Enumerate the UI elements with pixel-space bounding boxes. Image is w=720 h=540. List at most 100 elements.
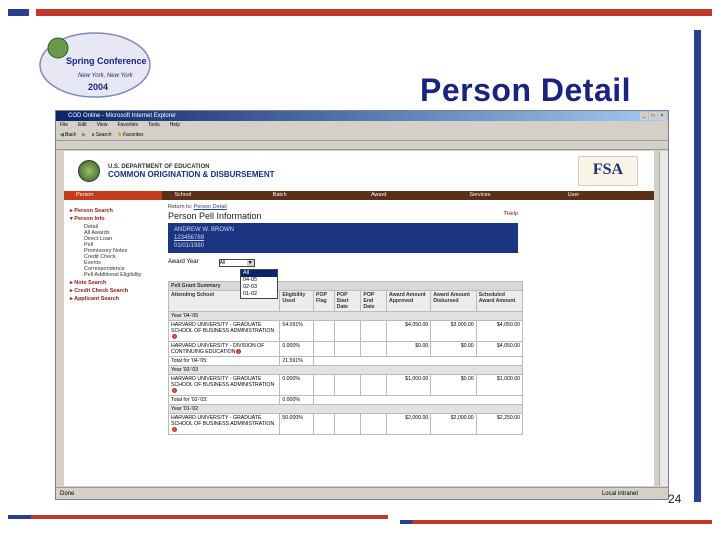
alert-icon[interactable]: !	[172, 334, 177, 339]
status-zone: Local intranet	[601, 491, 638, 497]
school-cell[interactable]: HARVARD UNIVERSITY - GRADUATE SCHOOL OF …	[167, 374, 281, 396]
col-scheduled: Scheduled Award Amount	[475, 290, 524, 312]
table-row: HARVARD UNIVERSITY - GRADUATE SCHOOL OF …	[167, 413, 524, 435]
bottom-decor-bar-2	[400, 520, 712, 524]
scheduled-cell: $1,000.00	[475, 374, 524, 396]
table-row: HARVARD UNIVERSITY - GRADUATE SCHOOL OF …	[167, 320, 524, 342]
menu-tools[interactable]: Tools	[148, 121, 160, 129]
award-year-option[interactable]: 04-05	[241, 277, 277, 284]
address-bar[interactable]	[56, 141, 668, 150]
start-cell	[333, 341, 362, 357]
search-icon: ⌕	[91, 131, 95, 138]
award-year-label: Award Year	[168, 259, 199, 265]
help-link[interactable]: ?Help	[503, 211, 518, 221]
star-icon: ★	[117, 131, 122, 138]
menu-view[interactable]: View	[97, 121, 108, 129]
year-header: Year '01-'02	[168, 404, 523, 414]
scheduled-cell: $2,250.00	[475, 413, 524, 435]
logo-line3: 2004	[88, 82, 108, 92]
col-pop-start: POP Start Date	[333, 290, 362, 312]
school-cell[interactable]: HARVARD UNIVERSITY - GRADUATE SCHOOL OF …	[167, 320, 281, 342]
school-cell[interactable]: HARVARD UNIVERSITY - GRADUATE SCHOOL OF …	[167, 413, 281, 435]
school-cell[interactable]: HARVARD UNIVERSITY - DIVISION OF CONTINU…	[167, 341, 281, 357]
department-name: U.S. DEPARTMENT OF EDUCATION COMMON ORIG…	[108, 164, 275, 179]
year-header: Year '02-'03	[168, 365, 523, 375]
close-button[interactable]: ×	[658, 112, 666, 120]
total-label: Total for '02-'03:	[167, 395, 281, 405]
award-year-option[interactable]: 01-02	[241, 291, 277, 298]
page-number: 24	[668, 492, 682, 506]
site-header: U.S. DEPARTMENT OF EDUCATION COMMON ORIG…	[64, 151, 654, 191]
nav-services[interactable]: Services	[457, 191, 555, 200]
person-info-box: ANDREW W. BROWN 123456789 01/01/1980	[168, 223, 518, 253]
flag-cell	[313, 320, 335, 342]
page-heading-row: Person Pell Information ?Help	[168, 211, 518, 221]
nav-batch[interactable]: Batch	[261, 191, 359, 200]
minimize-button[interactable]: _	[640, 112, 648, 120]
right-decor-bar	[694, 30, 701, 502]
main-panel: Return to: Person Detail Person Pell Inf…	[162, 200, 654, 435]
maximize-button[interactable]: □	[649, 112, 657, 120]
award-year-option[interactable]: All	[241, 270, 277, 277]
scheduled-cell: $4,050.00	[475, 320, 524, 342]
pell-summary-table: Pell Grant Summary Attending School Elig…	[167, 281, 524, 435]
return-link[interactable]: Person Detail	[194, 204, 227, 210]
leftnav-credit-check-search[interactable]: ▸ Credit Check Search	[70, 288, 162, 294]
nav-school[interactable]: School	[162, 191, 260, 200]
alert-icon[interactable]: !	[172, 427, 177, 432]
search-button[interactable]: ⌕ Search	[92, 132, 112, 138]
total-row: Total for '04-'05: 21.591%	[167, 356, 523, 366]
menu-bar: File Edit View Favorites Tools Help	[56, 121, 668, 129]
alert-icon[interactable]: !	[236, 349, 242, 354]
vertical-scrollbar[interactable]	[659, 151, 668, 486]
fsa-logo: FSA	[578, 156, 638, 186]
logo-line1: Spring Conference	[66, 56, 147, 66]
nav-award[interactable]: Award	[359, 191, 457, 200]
award-year-dropdown: All 04-05 02-03 01-02	[240, 269, 278, 299]
menu-file[interactable]: File	[60, 121, 68, 129]
flag-cell	[313, 341, 335, 357]
content-area: ▸ Person Search ▾ Person Info Detail All…	[64, 200, 654, 435]
nav-user[interactable]: User	[556, 191, 654, 200]
back-button[interactable]: ◀ Back	[60, 132, 76, 138]
back-label: Back	[64, 131, 76, 138]
col-pop-end: POP End Date	[360, 290, 387, 312]
browser-title: COD Online - Microsoft Internet Explorer	[68, 113, 177, 119]
table-row: HARVARD UNIVERSITY - GRADUATE SCHOOL OF …	[167, 374, 524, 396]
return-label: Return to:	[168, 204, 193, 210]
start-cell	[333, 320, 362, 342]
status-text: Done	[60, 491, 75, 497]
menu-edit[interactable]: Edit	[78, 121, 87, 129]
browser-window: COD Online - Microsoft Internet Explorer…	[55, 110, 669, 500]
col-approved: Award Amount Approved	[385, 290, 432, 312]
year-header: Year '04-'05	[168, 311, 523, 321]
leftnav-item-pell-additional[interactable]: Pell Additional Eligibility	[70, 272, 162, 278]
nav-person[interactable]: Person	[64, 191, 163, 200]
person-ssn[interactable]: 123456789	[174, 234, 512, 242]
leftnav-person-info[interactable]: ▾ Person Info	[70, 216, 162, 222]
favorites-button[interactable]: ★ Favorites	[118, 132, 144, 138]
approved-cell: $0.00	[385, 341, 432, 357]
top-decor-bar	[8, 9, 712, 16]
total-row: Total for '02-'03: 0.000%	[167, 395, 523, 405]
end-cell	[360, 341, 387, 357]
award-year-option[interactable]: 02-03	[241, 284, 277, 291]
leftnav-person-search[interactable]: ▸ Person Search	[70, 208, 162, 214]
browser-titlebar: COD Online - Microsoft Internet Explorer…	[56, 111, 668, 121]
back-icon: ◀	[60, 131, 64, 138]
alert-icon[interactable]: !	[172, 388, 177, 393]
menu-favorites[interactable]: Favorites	[117, 121, 138, 129]
award-year-select[interactable]: All	[218, 259, 255, 267]
leftnav-applicant-search[interactable]: ▸ Applicant Search	[70, 296, 162, 302]
menu-help[interactable]: Help	[170, 121, 180, 129]
flag-cell	[313, 374, 335, 396]
used-cell: 50.000%	[279, 413, 314, 435]
start-cell	[333, 413, 362, 435]
status-bar: Done Local intranet	[56, 487, 668, 499]
disbursed-cell: $0.00	[430, 374, 477, 396]
end-cell	[360, 413, 387, 435]
leftnav-note-search[interactable]: ▸ Note Search	[70, 280, 162, 286]
person-dob: 01/01/1980	[174, 243, 205, 249]
forward-button[interactable]: ▶	[82, 132, 86, 138]
forward-icon: ▶	[81, 131, 86, 138]
